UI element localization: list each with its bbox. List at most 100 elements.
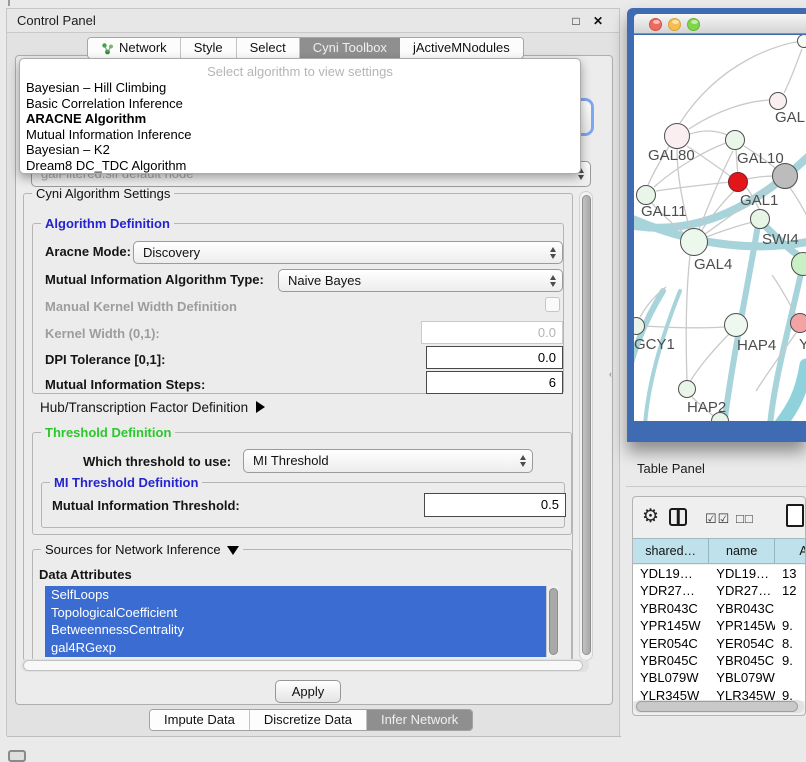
tab-cyni-toolbox[interactable]: Cyni Toolbox <box>300 38 400 58</box>
settings-vertical-scroll-thumb[interactable] <box>582 195 591 655</box>
column-header-name[interactable]: name <box>709 539 775 563</box>
minimize-light[interactable] <box>668 18 681 31</box>
node-label-gal80: GAL80 <box>648 147 695 164</box>
settings-horizontal-scroll-thumb[interactable] <box>23 660 583 671</box>
table-cell: 13 <box>775 565 806 582</box>
table-row[interactable]: YBL079WYBL079W <box>633 669 806 686</box>
algorithm-option-bayesian-k2[interactable]: Bayesian – K2 <box>20 142 580 158</box>
node-gal4[interactable] <box>680 228 708 256</box>
table-toolbar: ⚙ ☑☑ □□ <box>633 497 805 537</box>
table-row[interactable]: YER054CYER054C8. <box>633 635 806 652</box>
aracne-mode-combo[interactable]: Discovery <box>133 241 563 264</box>
columns-icon[interactable] <box>669 508 687 526</box>
data-attributes-list[interactable]: SelfLoopsTopologicalCoefficientBetweenne… <box>45 586 559 657</box>
node-gal10[interactable] <box>725 130 745 150</box>
settings-vertical-scrollbar[interactable] <box>579 191 593 661</box>
close-icon[interactable]: ✕ <box>591 14 605 28</box>
tab-style[interactable]: Style <box>181 38 237 58</box>
dpi-tolerance-field[interactable]: 0.0 <box>426 346 563 369</box>
tab-infer-network[interactable]: Infer Network <box>367 710 472 730</box>
combo-stepper-icon <box>550 247 556 259</box>
node-gal11[interactable] <box>636 185 656 205</box>
table-row[interactable]: YDL19…YDL19…13 <box>633 565 806 582</box>
node[interactable] <box>797 35 806 48</box>
apply-button[interactable]: Apply <box>275 680 341 703</box>
node-hap2[interactable] <box>678 380 696 398</box>
algorithm-option-bayesian-hill-climbing[interactable]: Bayesian – Hill Climbing <box>20 80 580 96</box>
node-label-hap4: HAP4 <box>737 337 776 354</box>
close-light[interactable] <box>649 18 662 31</box>
attribute-item-gal4rgexp[interactable]: gal4RGexp <box>45 639 559 657</box>
splitter-handle[interactable]: ‹ <box>609 369 612 379</box>
network-canvas[interactable]: GALGAL80GAL10GAL1GAL11SWI4GAL4GCY1HAP4YH… <box>634 35 806 421</box>
table-cell: YER054C <box>709 635 775 652</box>
table-row[interactable]: YLR345WYLR345W9. <box>633 687 806 701</box>
combo-stepper-icon <box>550 275 556 287</box>
cyni-algorithm-settings-group: Cyni Algorithm Settings Algorithm Defini… <box>23 193 573 661</box>
kernel-width-field[interactable]: 0.0 <box>421 321 563 344</box>
table-scroll-thumb[interactable] <box>636 701 798 712</box>
node-swi4[interactable] <box>750 209 770 229</box>
select-checks-icon[interactable]: ☑☑ <box>705 511 730 527</box>
control-panel-titlebar: Control Panel □ ✕ <box>7 9 619 33</box>
mi-type-combo[interactable]: Naive Bayes <box>278 269 563 292</box>
table-cell: YPR145W <box>709 617 775 634</box>
manual-kernel-checkbox[interactable] <box>545 297 560 312</box>
attributes-scroll-thumb[interactable] <box>549 588 558 655</box>
threshold-definition-group: Threshold Definition Which threshold to … <box>32 432 572 535</box>
zoom-light[interactable] <box>687 18 700 31</box>
column-header-a[interactable]: A <box>775 539 806 563</box>
attribute-item-topologicalcoefficient[interactable]: TopologicalCoefficient <box>45 604 559 622</box>
which-threshold-combo[interactable]: MI Threshold <box>243 449 533 473</box>
mi-steps-field[interactable]: 6 <box>426 371 563 394</box>
node[interactable] <box>772 163 798 189</box>
algorithm-definition-title: Algorithm Definition <box>41 216 174 231</box>
table-cell: 8. <box>775 635 806 652</box>
sources-group: Sources for Network Inference Data Attri… <box>32 549 572 662</box>
float-icon[interactable]: □ <box>569 14 583 28</box>
node-hap4[interactable] <box>724 313 748 337</box>
tab-select[interactable]: Select <box>237 38 300 58</box>
table-cell: YBR045C <box>709 652 775 669</box>
attribute-item-selfloops[interactable]: SelfLoops <box>45 586 559 604</box>
tab-jactivemnodules[interactable]: jActiveMNodules <box>400 38 523 58</box>
table-row[interactable]: YBR045CYBR045C9. <box>633 652 806 669</box>
hub-definition-expander[interactable]: Hub/Transcription Factor Definition <box>40 400 265 415</box>
mi-threshold-title: MI Threshold Definition <box>50 475 202 490</box>
deselect-boxes-icon[interactable]: □□ <box>736 511 754 526</box>
gear-icon[interactable]: ⚙ <box>642 505 659 528</box>
node-y[interactable] <box>790 313 806 333</box>
algorithm-option-basic-correlation-inference[interactable]: Basic Correlation Inference <box>20 96 580 112</box>
tab-impute-data[interactable]: Impute Data <box>150 710 250 730</box>
node-gal80[interactable] <box>664 123 690 149</box>
data-attributes-items: SelfLoopsTopologicalCoefficientBetweenne… <box>45 586 559 656</box>
mi-threshold-field[interactable]: 0.5 <box>424 493 566 517</box>
table-row[interactable]: YDR27…YDR27…12 <box>633 582 806 599</box>
algorithm-option-aracne-algorithm[interactable]: ARACNE Algorithm <box>20 111 580 127</box>
sources-group-title[interactable]: Sources for Network Inference <box>41 542 243 557</box>
kernel-width-label: Kernel Width (0,1): <box>45 326 160 341</box>
attribute-item-betweennesscentrality[interactable]: BetweennessCentrality <box>45 621 559 639</box>
network-window-titlebar[interactable] <box>634 14 806 34</box>
tab-discretize-data[interactable]: Discretize Data <box>250 710 367 730</box>
aracne-mode-value: Discovery <box>143 245 200 260</box>
document-icon[interactable] <box>786 504 804 527</box>
tab-network[interactable]: Network <box>88 38 181 58</box>
table-panel-divider <box>626 486 806 487</box>
algorithm-option-mutual-information-inference[interactable]: Mutual Information Inference <box>20 127 580 143</box>
column-header-shared[interactable]: shared… <box>633 539 709 563</box>
table-row[interactable]: YBR043CYBR043C <box>633 600 806 617</box>
data-attributes-label: Data Attributes <box>39 567 132 582</box>
table-row[interactable]: YPR145WYPR145W9. <box>633 617 806 634</box>
table-horizontal-scrollbar[interactable] <box>634 700 804 713</box>
bottom-left-icon[interactable] <box>8 750 26 762</box>
control-panel-title: Control Panel <box>17 13 96 28</box>
tab-label: Cyni Toolbox <box>313 38 387 58</box>
node-gal[interactable] <box>769 92 787 110</box>
algorithm-option-dream8-dc-tdc-algorithm[interactable]: Dream8 DC_TDC Algorithm <box>20 158 580 174</box>
settings-horizontal-scrollbar[interactable] <box>21 659 589 672</box>
node-gal1[interactable] <box>728 172 748 192</box>
which-threshold-label: Which threshold to use: <box>83 454 231 469</box>
attributes-scrollbar[interactable] <box>546 586 559 657</box>
table-cell <box>775 600 806 617</box>
